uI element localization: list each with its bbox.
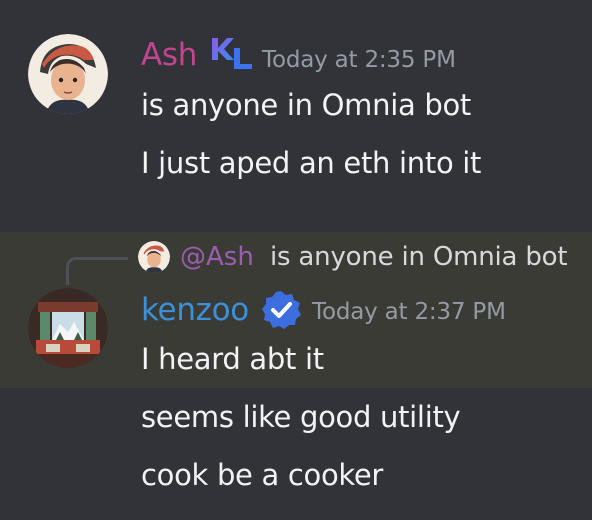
kl-gradient-badge-icon (208, 34, 256, 74)
message-text-line: is anyone in Omnia bot (141, 88, 471, 122)
reply-mention[interactable]: @Ash (180, 240, 254, 274)
verified-check-icon (260, 289, 302, 335)
reply-connector (66, 257, 128, 285)
avatar-ash[interactable] (28, 34, 108, 114)
timestamp-kenzoo[interactable]: Today at 2:37 PM (312, 297, 506, 327)
username-ash[interactable]: Ash (141, 37, 197, 73)
avatar-kenzoo[interactable] (28, 288, 108, 368)
reply-avatar-image (138, 241, 170, 273)
reply-avatar-ash[interactable] (138, 241, 170, 273)
message-text-line: I just aped an eth into it (141, 146, 482, 180)
avatar-kenzoo-image (28, 288, 108, 368)
message-text-line: I heard abt it (141, 342, 324, 376)
reply-preview-text[interactable]: is anyone in Omnia bot (270, 240, 568, 274)
message-text-line: seems like good utility (141, 400, 461, 434)
avatar-ash-image (28, 34, 108, 114)
username-kenzoo[interactable]: kenzoo (141, 292, 249, 328)
timestamp-ash[interactable]: Today at 2:35 PM (262, 45, 456, 75)
message-text-line: cook be a cooker (141, 458, 384, 492)
